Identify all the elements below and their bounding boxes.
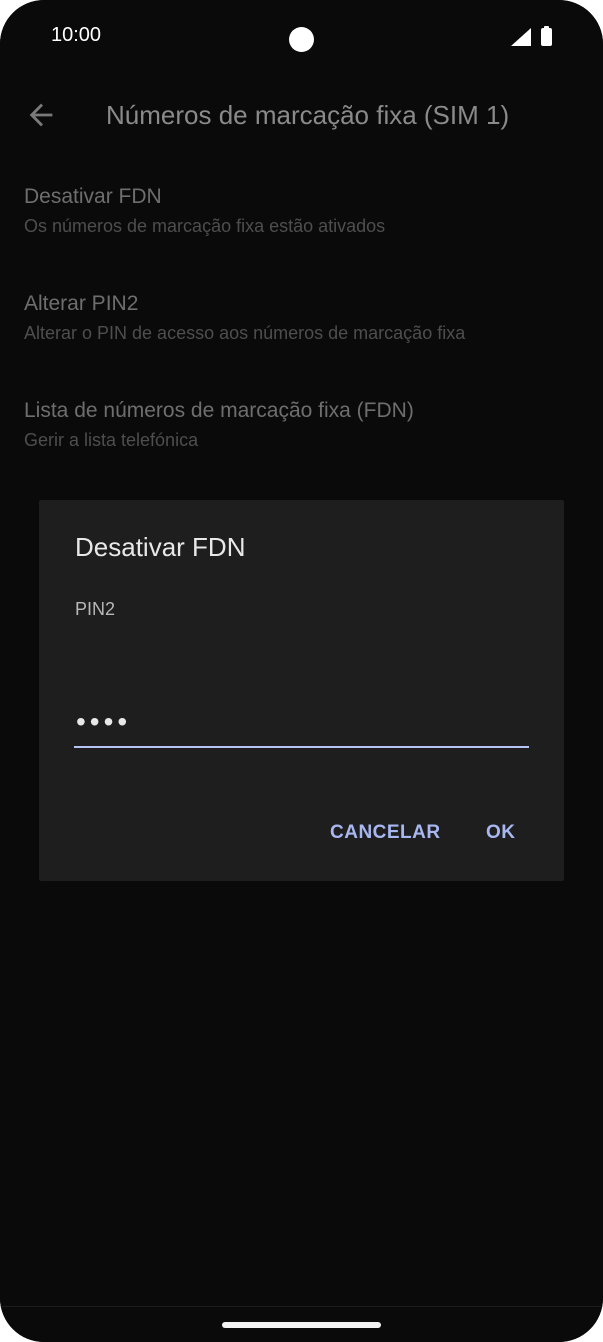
page-title: Números de marcação fixa (SIM 1)	[106, 100, 510, 130]
cancel-button[interactable]: CANCELAR	[330, 822, 441, 844]
camera-cutout	[289, 27, 314, 52]
pref-fdn-list[interactable]: Lista de números de marcação fixa (FDN) …	[24, 397, 584, 453]
battery-icon	[541, 26, 552, 46]
pref-change-pin2[interactable]: Alterar PIN2 Alterar o PIN de acesso aos…	[24, 290, 584, 346]
pref-summary: Os números de marcação fixa estão ativad…	[24, 216, 386, 236]
pref-title: Lista de números de marcação fixa (FDN)	[24, 399, 414, 422]
home-indicator[interactable]	[222, 1322, 381, 1328]
pin2-input[interactable]: ••••	[74, 700, 529, 750]
pref-summary: Alterar o PIN de acesso aos números de m…	[24, 323, 466, 343]
pref-disable-fdn[interactable]: Desativar FDN Os números de marcação fix…	[24, 183, 584, 239]
pref-summary: Gerir a lista telefónica	[24, 430, 199, 450]
screen: 10:00 Números de marcação fixa (SIM 1) D…	[0, 0, 603, 1342]
toolbar: Números de marcação fixa (SIM 1)	[0, 80, 603, 152]
pin-dialog: Desativar FDN PIN2 •••• CANCELAR OK	[39, 500, 564, 881]
status-bar: 10:00	[0, 0, 603, 80]
pref-title: Alterar PIN2	[24, 292, 139, 315]
signal-icon	[511, 28, 531, 46]
dialog-title: Desativar FDN	[75, 532, 246, 562]
pin2-input-value: ••••	[76, 706, 132, 737]
back-arrow-icon[interactable]	[24, 98, 58, 132]
nav-bar-divider	[0, 1306, 603, 1307]
pin2-label: PIN2	[75, 599, 116, 619]
ok-button[interactable]: OK	[486, 822, 516, 844]
input-underline	[74, 746, 529, 748]
pref-title: Desativar FDN	[24, 185, 162, 208]
status-time: 10:00	[51, 24, 102, 46]
phone-frame: 10:00 Números de marcação fixa (SIM 1) D…	[0, 0, 603, 1342]
